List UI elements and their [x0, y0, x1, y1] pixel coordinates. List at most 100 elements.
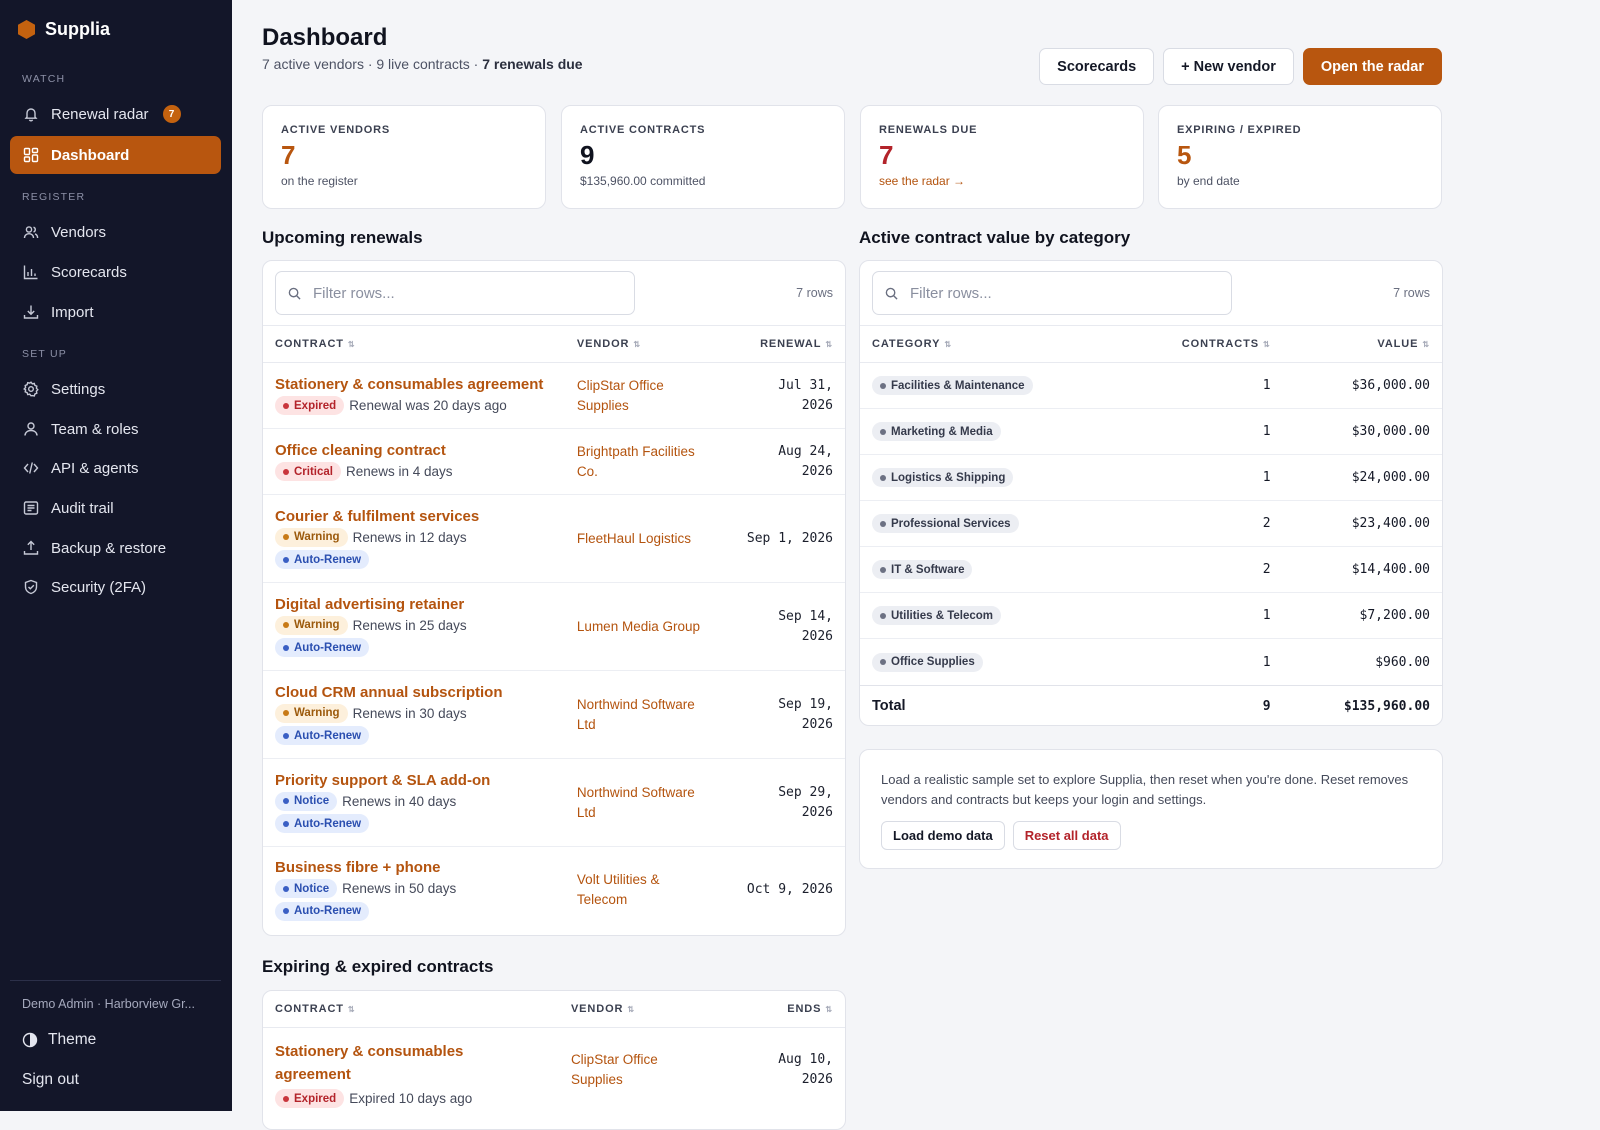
category-filter-input[interactable] [910, 284, 1210, 302]
sidebar-item-label: Security (2FA) [51, 578, 147, 596]
column-vendor[interactable]: VENDOR ⇅ [571, 1003, 720, 1015]
sidebar-item-api-agents[interactable]: API & agents [10, 449, 221, 487]
table-row[interactable]: Priority support & SLA add-on Notice Renew… [263, 759, 845, 847]
stat-value: 5 [1177, 140, 1192, 170]
column-label: ENDS [787, 1003, 822, 1015]
vendor-link[interactable]: ClipStar Office Supplies [571, 1040, 720, 1118]
vendor-link[interactable]: Northwind Software Ltd [577, 695, 708, 735]
sidebar-item-label: Audit trail [51, 499, 114, 517]
table-header: CONTRACT ⇅ VENDOR ⇅ RENEWAL ⇅ [263, 326, 845, 363]
sidebar-item-scorecards[interactable]: Scorecards [10, 253, 221, 291]
column-category[interactable]: CATEGORY ⇅ [872, 338, 1171, 350]
date-line: Aug 10, [778, 1052, 833, 1067]
users-icon [23, 226, 39, 239]
contract-name[interactable]: Digital advertising retainer [275, 596, 577, 613]
vendor-link[interactable]: Volt Utilities & Telecom [577, 870, 708, 910]
sidebar-item-backup-restore[interactable]: Backup & restore [10, 529, 221, 567]
contract-name[interactable]: Office cleaning contract [275, 442, 577, 459]
table-row[interactable]: Courier & fulfilment services Warning Rene… [263, 495, 845, 583]
contract-name[interactable]: Cloud CRM annual subscription [275, 684, 577, 701]
category-dot [880, 428, 886, 435]
category-cell: Utilities & Telecom [872, 606, 1171, 626]
status-line: Warning Renews in 25 days [275, 615, 577, 635]
category-name: Marketing & Media [891, 425, 993, 438]
column-label: CONTRACT [275, 1003, 344, 1015]
sort-icon: ⇅ [944, 340, 952, 349]
table-row[interactable]: Logistics & Shipping 1 $24,000.00 [860, 455, 1442, 501]
sidebar-item-renewal-radar[interactable]: Renewal radar 7 [10, 95, 221, 133]
table-row[interactable]: Stationery & consumables agreement Expire… [263, 363, 845, 429]
column-vendor[interactable]: VENDOR ⇅ [577, 338, 708, 350]
contract-cell: Office cleaning contract Critical Renews i… [275, 442, 577, 481]
column-contracts[interactable]: CONTRACTS ⇅ [1171, 338, 1271, 350]
status-label: Expired [294, 1092, 337, 1105]
date-line: Aug 24, [778, 443, 833, 459]
table-row[interactable]: Office cleaning contract Critical Renews i… [263, 429, 845, 495]
new-vendor-button[interactable]: + New vendor [1163, 48, 1294, 85]
contract-cell: Business fibre + phone Notice Renews in 50… [275, 859, 577, 921]
theme-toggle[interactable]: Theme [22, 1031, 96, 1049]
column-contract[interactable]: CONTRACT ⇅ [275, 1003, 571, 1015]
reset-data-button[interactable]: Reset all data [1012, 821, 1121, 850]
sign-out-link[interactable]: Sign out [22, 1071, 79, 1089]
renewals-filter-input[interactable] [313, 284, 613, 302]
sidebar-item-security[interactable]: Security (2FA) [10, 568, 221, 606]
status-badge: Expired [275, 1089, 345, 1108]
scorecards-button[interactable]: Scorecards [1039, 48, 1155, 85]
status-label: Warning [294, 619, 340, 632]
contract-name[interactable]: Business fibre + phone [275, 859, 577, 876]
sort-icon: ⇅ [347, 340, 356, 349]
see-radar-link[interactable]: see the radar → [879, 174, 1125, 188]
sidebar-item-label: Scorecards [51, 263, 127, 281]
vendor-link[interactable]: ClipStar Office Supplies [577, 376, 708, 416]
sidebar-item-dashboard[interactable]: Dashboard [10, 136, 221, 174]
badge-label: Auto-Renew [294, 729, 362, 742]
list-icon [23, 501, 39, 515]
category-value: $960.00 [1375, 654, 1430, 670]
column-ends[interactable]: ENDS ⇅ [720, 1003, 833, 1015]
vendor-link[interactable]: Northwind Software Ltd [577, 783, 708, 823]
column-label: VENDOR [570, 1003, 624, 1015]
vendor-link[interactable]: Lumen Media Group [577, 617, 708, 637]
table-row[interactable]: Stationery & consumables agreement Expire… [263, 1028, 845, 1118]
sidebar-item-audit-trail[interactable]: Audit trail [10, 489, 221, 527]
load-demo-button[interactable]: Load demo data [881, 821, 1005, 850]
column-value[interactable]: VALUE ⇅ [1271, 338, 1430, 350]
table-row[interactable]: IT & Software 2 $14,400.00 [860, 547, 1442, 593]
contract-name[interactable]: Stationery & consumables agreement [275, 376, 577, 393]
column-contract[interactable]: CONTRACT ⇅ [275, 338, 577, 350]
bar-chart-icon [23, 265, 38, 280]
brand[interactable]: Supplia [18, 19, 110, 40]
renewals-row-count: 7 rows [796, 286, 833, 300]
table-row[interactable]: Business fibre + phone Notice Renews in 50… [263, 847, 845, 933]
table-row[interactable]: Facilities & Maintenance 1 $36,000.00 [860, 363, 1442, 409]
vendor-link[interactable]: Brightpath Facilities Co. [577, 442, 708, 482]
stat-value: 9 [580, 140, 595, 170]
vendor-link[interactable]: FleetHaul Logistics [577, 529, 708, 549]
sidebar-item-settings[interactable]: Settings [10, 370, 221, 408]
contract-name[interactable]: Priority support & SLA add-on [275, 772, 577, 789]
contract-name[interactable]: Courier & fulfilment services [275, 508, 577, 525]
table-row[interactable]: Office Supplies 1 $960.00 [860, 639, 1442, 685]
sidebar-item-label: Backup & restore [51, 539, 167, 557]
table-row[interactable]: Professional Services 2 $23,400.00 [860, 501, 1442, 547]
sort-icon: ⇅ [347, 1005, 356, 1014]
table-row[interactable]: Digital advertising retainer Warning Renew… [263, 583, 845, 671]
table-header: CATEGORY ⇅ CONTRACTS ⇅ VALUE ⇅ [860, 326, 1442, 363]
brand-logo-icon [18, 20, 35, 39]
table-row[interactable]: Marketing & Media 1 $30,000.00 [860, 409, 1442, 455]
sidebar-item-vendors[interactable]: Vendors [10, 213, 221, 251]
sidebar-item-team-roles[interactable]: Team & roles [10, 410, 221, 448]
auto-renew-badge: Auto-Renew [275, 550, 370, 570]
table-row[interactable]: Utilities & Telecom 1 $7,200.00 [860, 593, 1442, 639]
contract-name[interactable]: Stationery & consumables agreement [275, 1040, 571, 1086]
vendor-line: Northwind Software [576, 696, 695, 712]
table-row[interactable]: Cloud CRM annual subscription Warning Rene… [263, 671, 845, 759]
column-renewal[interactable]: RENEWAL ⇅ [707, 338, 833, 350]
renewals-body: Stationery & consumables agreement Expire… [263, 363, 845, 933]
vendor-line: Volt Utilities & [576, 872, 660, 887]
category-row-count: 7 rows [1393, 286, 1430, 300]
open-radar-button[interactable]: Open the radar [1302, 48, 1442, 85]
sort-icon: ⇅ [1422, 340, 1430, 349]
sidebar-item-import[interactable]: Import [10, 293, 221, 331]
